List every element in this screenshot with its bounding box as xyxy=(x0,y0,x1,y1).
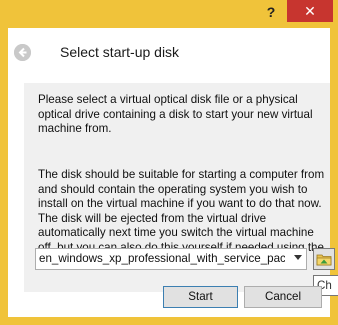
dialog-window: ? ✕ Select start-up disk Please select a… xyxy=(0,0,338,325)
cancel-button[interactable]: Cancel xyxy=(244,286,322,308)
help-button[interactable]: ? xyxy=(258,2,284,22)
disk-select-value: en_windows_xp_professional_with_service_… xyxy=(39,252,285,265)
start-button[interactable]: Start xyxy=(163,286,238,308)
disk-select-dropdown[interactable]: en_windows_xp_professional_with_service_… xyxy=(35,248,307,270)
browse-disk-button[interactable] xyxy=(313,248,335,270)
close-button[interactable]: ✕ xyxy=(287,0,333,22)
description-paragraph: Please select a virtual optical disk fil… xyxy=(38,93,313,135)
chevron-down-icon[interactable] xyxy=(294,255,302,260)
page-title: Select start-up disk xyxy=(60,44,180,60)
title-bar[interactable]: ? ✕ xyxy=(0,0,338,28)
wizard-page: Select start-up disk Please select a vir… xyxy=(8,28,335,317)
folder-icon xyxy=(316,254,332,266)
content-panel: Please select a virtual optical disk fil… xyxy=(24,83,335,292)
back-arrow-icon[interactable] xyxy=(14,44,31,61)
